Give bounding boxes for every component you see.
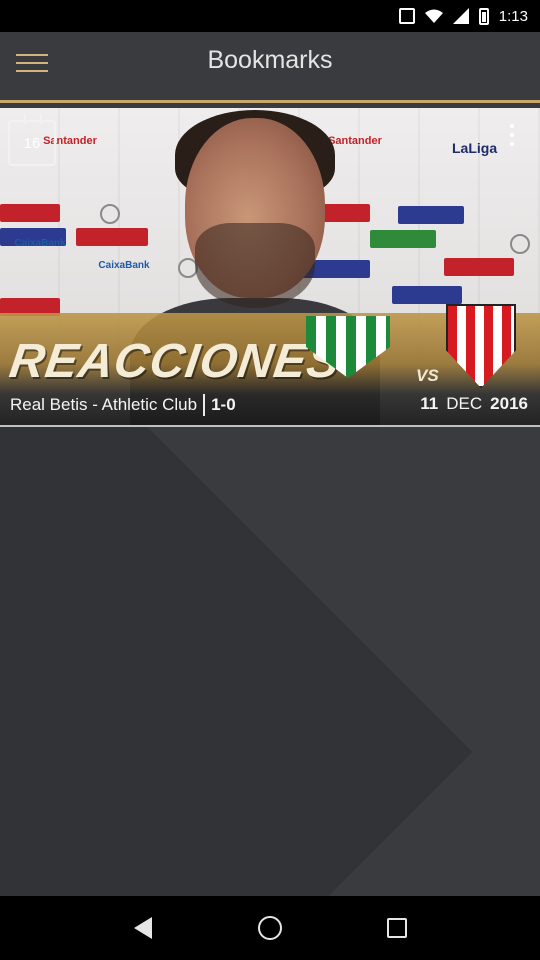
status-time: 1:13 bbox=[498, 7, 528, 25]
recent-apps-icon bbox=[386, 918, 407, 938]
calendar-counter-icon[interactable]: 16 bbox=[8, 114, 56, 166]
calendar-counter-label: 16 bbox=[23, 134, 41, 152]
header-accent-divider bbox=[0, 100, 540, 103]
battery-icon bbox=[478, 7, 489, 25]
recent-apps-button[interactable] bbox=[377, 908, 417, 948]
date-day: 11 bbox=[420, 394, 439, 413]
laliga-logo: LaLiga bbox=[452, 140, 498, 156]
card-divider bbox=[0, 425, 540, 427]
system-nav-bar bbox=[0, 896, 540, 960]
home-icon bbox=[257, 916, 282, 940]
wifi-icon bbox=[424, 9, 443, 23]
back-button[interactable] bbox=[123, 908, 163, 948]
home-button[interactable] bbox=[250, 908, 290, 948]
match-score: 1-0 bbox=[211, 395, 236, 414]
thumbnail-vs-label: VS bbox=[416, 366, 439, 385]
date-year: 2016 bbox=[490, 394, 528, 413]
bookmark-caption: Real Betis - Athletic Club 1-0 bbox=[10, 394, 236, 416]
status-bar: 1:13 bbox=[0, 0, 540, 32]
app-screen: Bookmarks Santander Santander CaixaBank … bbox=[0, 32, 540, 896]
caption-divider bbox=[203, 394, 206, 416]
signal-icon bbox=[452, 8, 469, 24]
bookmark-card[interactable]: Santander Santander CaixaBank CaixaBank … bbox=[0, 108, 540, 426]
app-header: Bookmarks bbox=[0, 32, 540, 103]
date-month: DEC bbox=[446, 394, 483, 413]
thumbnail-headline: REACCIONES bbox=[6, 335, 344, 388]
notification-square-icon bbox=[398, 8, 415, 24]
match-title: Real Betis - Athletic Club bbox=[10, 395, 198, 414]
page-title: Bookmarks bbox=[207, 46, 333, 74]
more-options-icon[interactable] bbox=[502, 120, 522, 154]
match-date: 11 DEC 2016 bbox=[420, 394, 528, 414]
back-icon bbox=[134, 917, 153, 939]
